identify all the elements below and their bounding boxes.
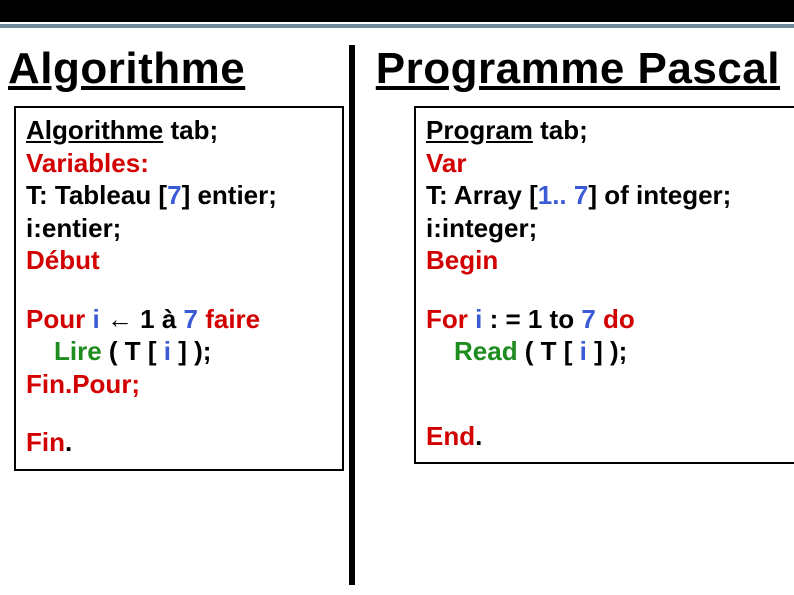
algo-line-6: Pour i ← 1 à 7 faire bbox=[26, 303, 332, 336]
algo-l6c: ← 1 à bbox=[100, 304, 184, 334]
pascal-line-1: Program tab; bbox=[426, 114, 794, 147]
right-column: Program tab; Var T: Array [1.. 7] of int… bbox=[414, 106, 794, 471]
pascal-line-7: Read ( T [ i ] ); bbox=[426, 335, 794, 368]
algo-l3b: 7 bbox=[167, 180, 181, 210]
pascal-line-6: For i : = 1 to 7 do bbox=[426, 303, 794, 336]
algo-l9a: Fin bbox=[26, 427, 65, 457]
pascal-l7a: Read bbox=[454, 336, 518, 366]
columns: Algorithme tab; Variables: T: Tableau [7… bbox=[0, 94, 794, 471]
pascal-gap-2 bbox=[426, 368, 794, 394]
pascal-gap-3 bbox=[426, 394, 794, 420]
headings-row: Algorithme Programme Pascal bbox=[0, 28, 794, 94]
algo-l7b: ( T [ bbox=[102, 336, 157, 366]
pascal-l8b: . bbox=[475, 421, 482, 451]
algo-line-7: Lire ( T [ i ] ); bbox=[26, 335, 332, 368]
algo-l3c: ] entier; bbox=[182, 180, 277, 210]
pascal-line-8: End. bbox=[426, 420, 794, 453]
algo-l7a: Lire bbox=[54, 336, 102, 366]
algo-line-2: Variables: bbox=[26, 147, 332, 180]
pascal-l7b: ( T [ bbox=[518, 336, 573, 366]
algo-name: tab; bbox=[163, 115, 218, 145]
algo-l7d: ] ); bbox=[178, 336, 211, 366]
heading-left: Algorithme bbox=[8, 44, 245, 94]
algo-line-1: Algorithme tab; bbox=[26, 114, 332, 147]
pascal-l7c: i bbox=[572, 336, 594, 366]
pascal-box: Program tab; Var T: Array [1.. 7] of int… bbox=[414, 106, 794, 464]
pascal-line-5: Begin bbox=[426, 244, 794, 277]
left-column: Algorithme tab; Variables: T: Tableau [7… bbox=[14, 106, 344, 471]
algo-line-8: Fin.Pour; bbox=[26, 368, 332, 401]
pascal-keyword: Program bbox=[426, 115, 533, 145]
pascal-l6c: : = 1 to bbox=[482, 304, 581, 334]
algo-keyword: Algorithme bbox=[26, 115, 163, 145]
algo-l6d: 7 bbox=[184, 304, 198, 334]
pascal-l3b: 1.. 7 bbox=[538, 180, 589, 210]
algo-l6a: Pour bbox=[26, 304, 92, 334]
pascal-l7d: ] ); bbox=[594, 336, 627, 366]
algo-l6b: i bbox=[92, 304, 99, 334]
pascal-l6e: do bbox=[596, 304, 635, 334]
pascal-l3a: T: Array [ bbox=[426, 180, 538, 210]
algorithm-box: Algorithme tab; Variables: T: Tableau [7… bbox=[14, 106, 344, 471]
pascal-line-4: i:integer; bbox=[426, 212, 794, 245]
algo-line-9: Fin. bbox=[26, 426, 332, 459]
heading-right: Programme Pascal bbox=[376, 44, 780, 94]
algo-gap-2 bbox=[26, 400, 332, 426]
pascal-l3c: ] of integer; bbox=[588, 180, 731, 210]
pascal-line-2: Var bbox=[426, 147, 794, 180]
pascal-name: tab; bbox=[533, 115, 588, 145]
algo-l7c: i bbox=[157, 336, 179, 366]
pascal-l6a: For bbox=[426, 304, 475, 334]
pascal-gap-1 bbox=[426, 277, 794, 303]
algo-line-4: i:entier; bbox=[26, 212, 332, 245]
pascal-l8a: End bbox=[426, 421, 475, 451]
algo-l9b: . bbox=[65, 427, 72, 457]
algo-l6e: faire bbox=[198, 304, 260, 334]
slide-top-bar bbox=[0, 0, 794, 22]
algo-l3a: T: Tableau [ bbox=[26, 180, 167, 210]
algo-line-5: Début bbox=[26, 244, 332, 277]
algo-line-3: T: Tableau [7] entier; bbox=[26, 179, 332, 212]
pascal-l6d: 7 bbox=[581, 304, 595, 334]
algo-gap-1 bbox=[26, 277, 332, 303]
vertical-divider bbox=[349, 45, 355, 585]
pascal-line-3: T: Array [1.. 7] of integer; bbox=[426, 179, 794, 212]
